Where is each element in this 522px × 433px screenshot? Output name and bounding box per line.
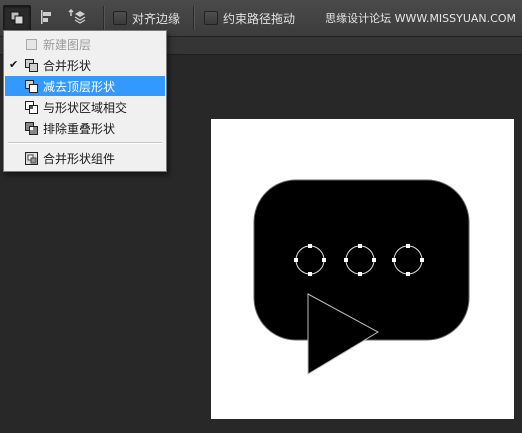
toolbar-separator: [193, 6, 195, 30]
menu-item-merge-shape-components[interactable]: 合并形状组件: [5, 148, 165, 168]
menu-divider: [8, 142, 162, 144]
path-operations-icon: [10, 11, 24, 25]
exclude-overlapping-shapes-icon: [25, 122, 38, 135]
path-operations-button[interactable]: [3, 5, 31, 31]
menu-item-new-layer[interactable]: 新建图层: [5, 34, 165, 54]
menu-item-intersect-shape-areas[interactable]: 与形状区域相交: [5, 97, 165, 117]
path-arrangement-icon: [68, 8, 86, 24]
merge-shape-components-icon: [25, 152, 38, 165]
canvas-artwork: [253, 179, 470, 375]
watermark-text: 思缘设计论坛 WWW.MISSYUAN.COM: [325, 12, 516, 25]
align-edges-label: 对齐边缘: [132, 12, 181, 26]
path-alignment-button[interactable]: [34, 5, 60, 29]
path-alignment-icon: [41, 10, 51, 24]
menu-item-combine-shapes[interactable]: ✔ 合并形状: [5, 55, 165, 75]
intersect-shape-areas-icon: [25, 101, 38, 114]
subtract-front-shape-icon: [25, 80, 38, 93]
constrain-path-checkbox[interactable]: [204, 11, 218, 25]
checkmark-icon: ✔: [9, 58, 19, 71]
combine-shapes-icon: [25, 59, 38, 72]
new-layer-icon: [26, 39, 37, 50]
menu-item-label: 排除重叠形状: [43, 122, 116, 136]
menu-item-label: 与形状区域相交: [43, 101, 128, 115]
align-edges-checkbox[interactable]: [113, 11, 127, 25]
constrain-path-label: 约束路径拖动: [223, 12, 296, 26]
menu-item-label: 减去顶层形状: [43, 80, 116, 94]
toolbar-separator: [103, 6, 105, 30]
menu-item-label: 合并形状组件: [43, 152, 116, 166]
speech-bubble-shape: [253, 179, 470, 341]
document-canvas[interactable]: [211, 119, 514, 419]
menu-item-subtract-front-shape[interactable]: 减去顶层形状: [5, 76, 165, 96]
menu-item-label: 合并形状: [43, 59, 92, 73]
menu-item-exclude-overlapping-shapes[interactable]: 排除重叠形状: [5, 118, 165, 138]
menu-item-label: 新建图层: [43, 38, 92, 52]
path-arrangement-button[interactable]: [64, 5, 90, 29]
path-operations-menu: 新建图层 ✔ 合并形状 减去顶层形状 与形状区域相交 排除重叠形状 合并形状组件: [3, 30, 167, 172]
